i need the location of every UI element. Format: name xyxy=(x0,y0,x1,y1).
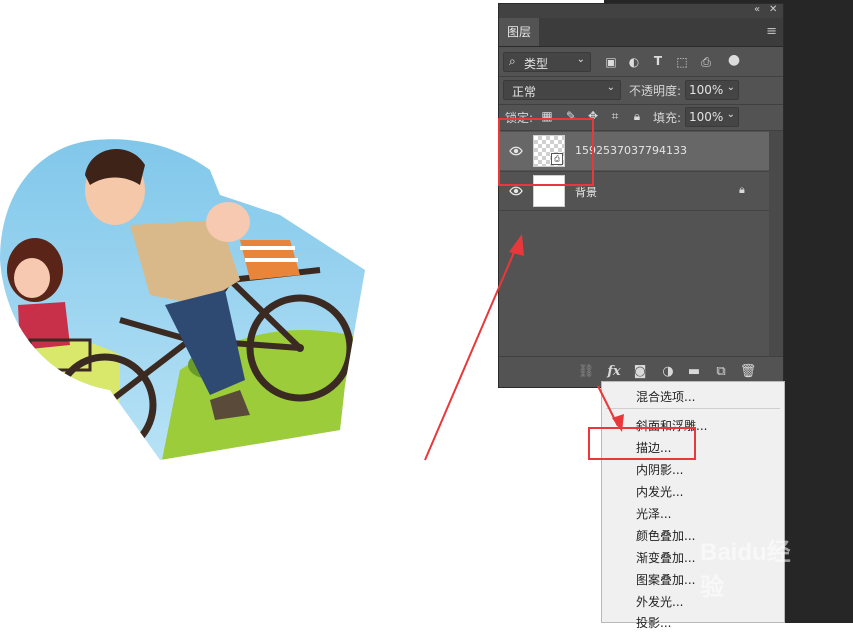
search-icon: ⌕ xyxy=(509,54,516,68)
fill-value: 100% xyxy=(689,110,724,124)
chevron-down-icon: ⌄ xyxy=(726,109,735,120)
menu-item-inner-glow[interactable]: 内发光... xyxy=(636,483,683,500)
highlight-box-stroke xyxy=(588,427,696,460)
link-icon[interactable]: ⛓ xyxy=(577,364,595,379)
opacity-input[interactable]: 100% ⌄ xyxy=(685,80,739,100)
watermark-logo-text: Baidu经验 xyxy=(700,539,791,601)
chevron-down-icon: ⌄ xyxy=(576,54,585,65)
lock-all-icon[interactable]: 🔒︎ xyxy=(629,109,645,124)
opacity-label: 不透明度: xyxy=(629,84,682,98)
panel-tab-row: 图层 ≡ xyxy=(499,18,783,47)
new-layer-icon[interactable]: ⧉ xyxy=(712,364,730,379)
close-icon[interactable]: ✕ xyxy=(769,4,777,15)
blend-mode-value: 正常 xyxy=(512,85,537,99)
panel-menu-icon[interactable]: ≡ xyxy=(766,24,777,39)
tab-layers[interactable]: 图层 xyxy=(499,18,539,46)
filter-shape-icon[interactable]: ⬚ xyxy=(674,55,690,69)
chevron-down-icon: ⌄ xyxy=(606,82,615,93)
lock-icon: 🔒︎ xyxy=(739,183,745,196)
blend-mode-select[interactable]: 正常 ⌄ xyxy=(503,80,621,100)
menu-item-pattern-overlay[interactable]: 图案叠加... xyxy=(636,571,695,588)
menu-item-outer-glow[interactable]: 外发光... xyxy=(636,593,683,610)
filter-adjustment-icon[interactable]: ◐ xyxy=(626,55,642,69)
menu-item-satin[interactable]: 光泽... xyxy=(636,505,671,522)
filter-smart-object-icon[interactable]: ⎙ xyxy=(698,55,714,70)
workspace-background xyxy=(784,0,853,623)
menu-separator xyxy=(606,408,780,409)
visibility-eye-icon[interactable] xyxy=(509,184,523,198)
trash-icon[interactable]: 🗑︎ xyxy=(739,364,757,379)
menu-item-gradient-overlay[interactable]: 渐变叠加... xyxy=(636,549,695,566)
panel-title-bar: « ✕ xyxy=(499,4,783,18)
layer-filter-select[interactable]: ⌕ 类型 ⌄ xyxy=(503,52,591,72)
filter-pixel-icon[interactable]: ▣ xyxy=(603,55,619,69)
fill-input[interactable]: 100% ⌄ xyxy=(685,107,739,127)
layers-panel: « ✕ 图层 ≡ ⌕ 类型 ⌄ ▣ ◐ T ⬚ ⎙ ● 正常 ⌄ 不透明度: 1… xyxy=(498,3,784,388)
collapse-icon[interactable]: « xyxy=(754,4,760,15)
divider xyxy=(499,104,783,105)
group-folder-icon[interactable]: ▬ xyxy=(685,364,703,379)
menu-item-blending-options[interactable]: 混合选项... xyxy=(636,388,695,405)
fill-label: 填充: xyxy=(653,111,682,125)
canvas-artwork-image xyxy=(0,139,365,461)
filter-type-icon[interactable]: T xyxy=(650,54,666,68)
divider xyxy=(499,76,783,77)
watermark: Baidu经验 jingyan.baidu.com xyxy=(700,532,810,635)
lock-artboard-icon[interactable]: ⌗ xyxy=(607,109,623,124)
opacity-value: 100% xyxy=(689,83,724,97)
fx-icon[interactable]: fx xyxy=(605,364,623,379)
adjustment-icon[interactable]: ◑ xyxy=(659,364,677,379)
highlight-box-layer xyxy=(498,118,594,186)
menu-item-color-overlay[interactable]: 颜色叠加... xyxy=(636,527,695,544)
layers-scrollbar[interactable] xyxy=(769,131,783,356)
layer-filter-value: 类型 xyxy=(524,57,549,71)
mask-icon[interactable]: ◙ xyxy=(631,364,649,379)
layer-name: 背景 xyxy=(575,186,597,199)
menu-item-inner-shadow[interactable]: 内阴影... xyxy=(636,461,683,478)
chevron-down-icon: ⌄ xyxy=(726,82,735,93)
watermark-url: jingyan.baidu.com xyxy=(700,622,802,635)
filter-toggle-icon[interactable]: ● xyxy=(726,52,742,68)
